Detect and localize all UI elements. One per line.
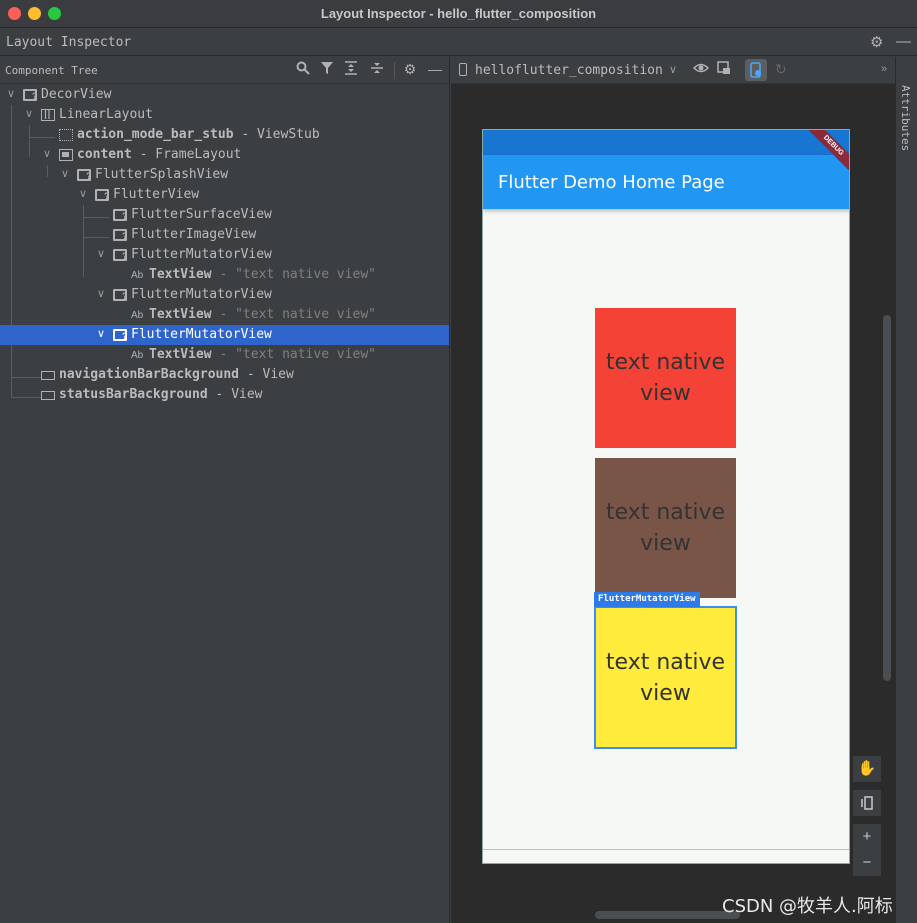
tree-row-label: FlutterMutatorView [131,247,272,262]
viewstub-icon [59,129,73,141]
device-status-bar [483,130,849,155]
eye-icon[interactable] [692,61,710,78]
tree-row-label: FlutterSplashView [95,167,229,182]
toolbar-divider [394,62,395,79]
native-view-box-red[interactable]: text native view [595,308,736,448]
window-title-bar: Layout Inspector - hello_flutter_composi… [0,0,917,28]
pan-hand-icon[interactable]: ✋ [853,756,881,782]
textview-icon: Ab [131,350,144,361]
selection-outline [594,606,737,749]
tree-row-fluttermutatorview[interactable]: ∨ ? FlutterMutatorView [0,285,449,305]
live-updates-toggle[interactable] [745,59,767,81]
tree-row-textview[interactable]: Ab TextView - "text native view" [0,305,449,325]
tree-row-label: LinearLayout [59,107,153,122]
minimize-icon[interactable]: — [896,33,911,50]
settings-icon[interactable]: ⚙ [401,61,419,78]
device-icon [459,63,467,76]
tree-row-navigationbarbackground[interactable]: navigationBarBackground - View [0,365,449,385]
tree-row-fluttersplashview[interactable]: ∨ ? FlutterSplashView [0,165,449,185]
native-view-text: text native view [605,500,726,556]
component-tree-toolbar: Component Tree ⚙ — [0,57,450,84]
tree-row-label: FlutterView [113,187,200,202]
tree-row-fluttersurfaceview[interactable]: ? FlutterSurfaceView [0,205,449,225]
tree-row-content[interactable]: ∨ content - FrameLayout [0,145,449,165]
collapse-all-icon[interactable] [368,61,386,78]
tree-row-action-mode-bar-stub[interactable]: action_mode_bar_stub - ViewStub [0,125,449,145]
snapshot-icon[interactable] [717,61,731,78]
vertical-scrollbar[interactable] [883,315,891,681]
textview-icon: Ab [131,310,144,321]
tree-row-linearlayout[interactable]: ∨ LinearLayout [0,105,449,125]
filter-icon[interactable] [318,61,336,78]
layer-spacing-icon[interactable] [853,790,881,816]
zoom-out-button[interactable]: − [853,850,881,876]
view-icon [41,391,55,400]
tool-window-title: Layout Inspector [6,35,132,50]
tree-row-fluttermutatorview-selected[interactable]: ∨ ? FlutterMutatorView [0,325,449,345]
inspector-toolbar: helloflutter_composition ∨ ↻ » [451,57,895,84]
tree-row-label: DecorView [41,87,112,102]
framelayout-icon [59,149,73,161]
tree-row-flutterview[interactable]: ∨ ? FlutterView [0,185,449,205]
native-view-box-brown[interactable]: text native view [595,458,736,598]
component-tree-panel: Component Tree ⚙ — ∨ ? DecorView ∨ Linea… [0,57,450,923]
chevron-down-icon[interactable]: ∨ [669,63,677,76]
tree-row-label: FlutterImageView [131,227,257,242]
linear-layout-icon [41,109,55,121]
watermark: CSDN @牧羊人.阿标 [722,896,893,917]
zoom-in-button[interactable]: + [853,824,881,850]
native-view-text: text native view [605,350,726,406]
tree-row-flutterimageview[interactable]: ? FlutterImageView [0,225,449,245]
attributes-tab[interactable]: Attributes [899,85,912,151]
view-icon [41,371,55,380]
horizontal-scrollbar[interactable] [595,911,740,919]
more-tools-icon[interactable]: » [881,63,887,75]
tree-row-textview[interactable]: Ab TextView - "text native view" [0,345,449,365]
tool-window-header: Layout Inspector ⚙ — [0,29,917,56]
tree-row-label: FlutterSurfaceView [131,207,272,222]
tree-row-fluttermutatorview[interactable]: ∨ ? FlutterMutatorView [0,245,449,265]
tree-row-label: FlutterMutatorView [131,327,272,342]
tree-row-textview[interactable]: Ab TextView - "text native view" [0,265,449,285]
expand-all-icon[interactable] [342,61,360,78]
tree-row-decorview[interactable]: ∨ ? DecorView [0,85,449,105]
app-title: Flutter Demo Home Page [498,172,725,193]
window-title: Layout Inspector - hello_flutter_composi… [320,6,597,21]
process-selector[interactable]: helloflutter_composition [475,63,663,78]
search-icon[interactable] [294,61,312,78]
hide-panel-icon[interactable]: — [426,61,444,77]
gear-icon[interactable]: ⚙ [870,33,883,51]
tree-row-statusbarbackground[interactable]: statusBarBackground - View [0,385,449,405]
app-bar: Flutter Demo Home Page [483,155,849,209]
tree-row-label: FlutterMutatorView [131,287,272,302]
component-tree-title: Component Tree [5,64,98,77]
attributes-side-panel[interactable]: Attributes [895,57,917,923]
selection-tag: FlutterMutatorView [594,592,700,607]
refresh-icon[interactable]: ↻ [775,61,787,78]
textview-icon: Ab [131,270,144,281]
navigation-bar-line [483,849,849,850]
